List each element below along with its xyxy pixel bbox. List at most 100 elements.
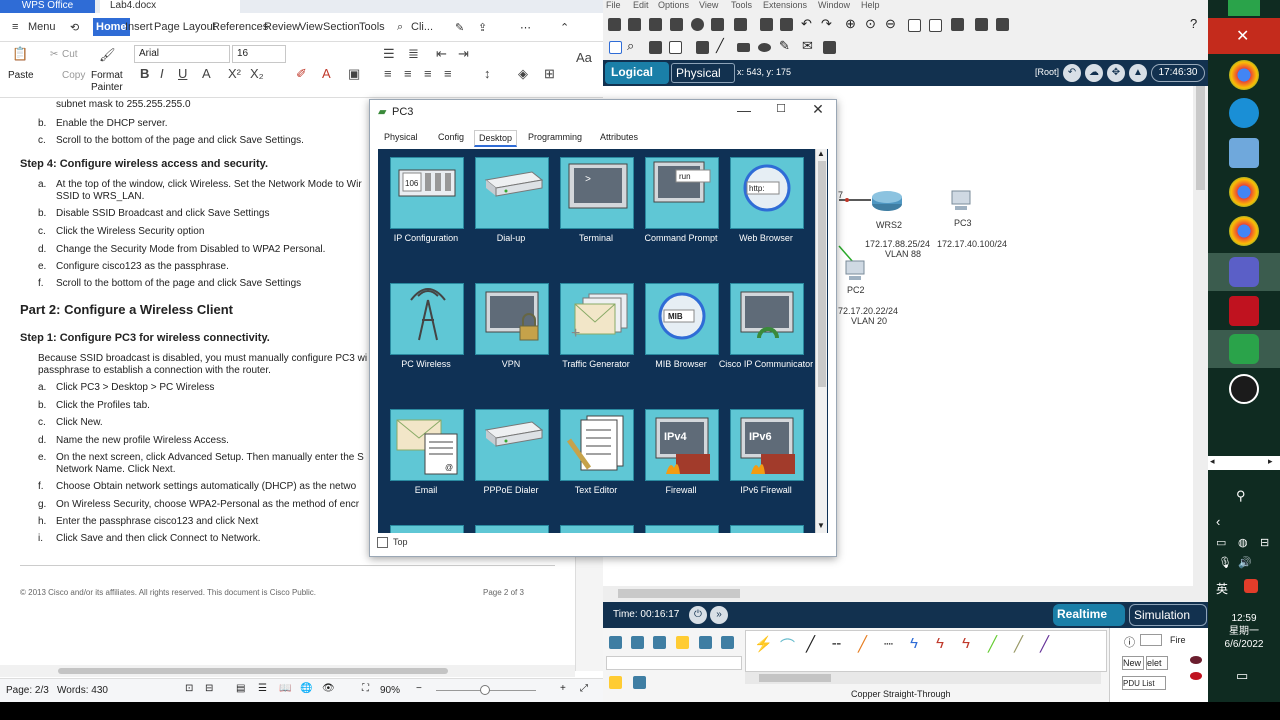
new-file-icon[interactable]	[608, 18, 621, 31]
edge-icon[interactable]	[1229, 98, 1259, 128]
cluster-view-icon[interactable]: ☁	[1085, 64, 1103, 82]
pc-wireless-tile[interactable]	[390, 283, 464, 355]
teams-icon[interactable]	[1229, 257, 1259, 287]
tab-view[interactable]: View	[299, 21, 323, 33]
app-tile-partial[interactable]	[475, 525, 549, 533]
network-devices-icon[interactable]	[609, 636, 622, 649]
align-left-icon[interactable]: ≡	[384, 66, 392, 81]
sync-icon[interactable]: ✎	[455, 21, 464, 34]
paste-button[interactable]: Paste	[8, 70, 34, 81]
menu-view[interactable]: View	[699, 0, 718, 10]
serial-dte-icon[interactable]: ϟ	[962, 635, 970, 652]
power-cycle-icon[interactable]: ⏻	[689, 606, 707, 624]
media-icon[interactable]	[996, 18, 1009, 31]
fast-forward-icon[interactable]: »	[710, 606, 728, 624]
scroll-up-icon[interactable]: ▲	[817, 149, 825, 158]
root-breadcrumb[interactable]: [Root]	[1035, 67, 1059, 77]
dialup-tile[interactable]	[475, 157, 549, 229]
connections-subcategory-icon[interactable]	[609, 676, 622, 689]
info-icon[interactable]	[691, 18, 704, 31]
tab-config[interactable]: Config	[434, 130, 468, 144]
rectangle-tool-icon[interactable]	[737, 43, 750, 52]
system-clock[interactable]: 12:59 星期一 6/6/2022	[1208, 612, 1280, 651]
maximize-icon[interactable]: ☐	[771, 102, 791, 120]
menu-help[interactable]: Help	[861, 0, 880, 10]
packet-tracer-tile[interactable]	[1208, 330, 1280, 368]
cut-icon[interactable]: ✂	[50, 49, 58, 60]
resize-tool-icon[interactable]	[669, 41, 682, 54]
wechat-icon[interactable]	[1228, 0, 1260, 16]
undo-icon[interactable]: ↶	[801, 16, 812, 32]
tab-section[interactable]: Section	[323, 21, 360, 33]
char-shading-icon[interactable]: ▣	[348, 66, 360, 82]
console-cable-icon[interactable]: ⌒	[780, 635, 795, 656]
microphone-icon[interactable]: 🎙	[1218, 556, 1232, 569]
app-tile-partial[interactable]	[560, 525, 634, 533]
menu-window[interactable]: Window	[818, 0, 850, 10]
ip-communicator-tile[interactable]	[730, 283, 804, 355]
document-horizontal-scrollbar[interactable]	[0, 665, 575, 677]
volume-icon[interactable]: 🔊	[1238, 556, 1252, 569]
vscroll-thumb[interactable]	[1196, 86, 1205, 190]
delete-scenario-button[interactable]: elet	[1146, 656, 1168, 670]
menu-file[interactable]: File	[606, 0, 621, 10]
serial-dce-icon[interactable]: ϟ	[936, 635, 944, 652]
pc-icon[interactable]	[843, 260, 867, 282]
ellipse-tool-icon[interactable]	[758, 43, 771, 52]
canvas-vertical-scrollbar[interactable]	[1193, 86, 1208, 586]
italic-icon[interactable]: I	[160, 66, 164, 81]
connections-icon[interactable]	[676, 636, 689, 649]
chrome-icon[interactable]	[1229, 177, 1259, 207]
undo-icon[interactable]: ⟲	[70, 21, 79, 34]
drawing-palette-icon[interactable]	[908, 19, 921, 32]
pdu-list-button[interactable]: PDU List	[1122, 676, 1166, 690]
move-icon[interactable]: ✥	[1107, 64, 1125, 82]
text-editor-tile[interactable]	[560, 409, 634, 481]
scroll-right-icon[interactable]: ▸	[1268, 456, 1273, 467]
styles-icon[interactable]: Aa	[576, 50, 592, 65]
usb-cable-icon[interactable]: ╱	[1040, 635, 1049, 653]
phone-cable-icon[interactable]: ┈	[884, 635, 893, 653]
realtime-mode-button[interactable]: Realtime	[1053, 604, 1125, 626]
email-tile[interactable]: @	[390, 409, 464, 481]
sogou-input-icon[interactable]	[1244, 579, 1258, 593]
paste-icon[interactable]	[780, 18, 793, 31]
copy-button[interactable]: Copy	[62, 70, 85, 81]
paste-icon[interactable]: 📋	[12, 46, 28, 62]
ip-config-tile[interactable]: 106	[390, 157, 464, 229]
tab-references[interactable]: References	[212, 21, 268, 33]
tab-insert[interactable]: Insert	[125, 21, 153, 33]
menu-options[interactable]: Options	[658, 0, 689, 10]
chevron-left-icon[interactable]: ‹	[1216, 514, 1220, 529]
coaxial-cable-icon[interactable]: ϟ	[910, 635, 918, 652]
complex-pdu-icon[interactable]	[823, 41, 836, 54]
scenario-select[interactable]	[1140, 634, 1162, 646]
canvas-horizontal-scrollbar[interactable]	[603, 586, 1208, 601]
simulation-mode-button[interactable]: Simulation	[1129, 604, 1207, 626]
auto-cable-icon[interactable]: ⚡	[754, 635, 773, 653]
scroll-thumb[interactable]	[818, 161, 826, 387]
tab-attributes[interactable]: Attributes	[596, 130, 642, 144]
chrome-icon[interactable]	[1229, 216, 1259, 246]
superscript-icon[interactable]: X²	[228, 66, 241, 81]
sidebar-scrollbar[interactable]: ◂ ▸	[1208, 456, 1280, 470]
print-icon[interactable]	[670, 18, 683, 31]
device-list-icon[interactable]	[975, 18, 988, 31]
app-icon[interactable]	[1229, 138, 1259, 168]
custom-device-icon[interactable]	[929, 19, 942, 32]
back-icon[interactable]: ↶	[1063, 64, 1081, 82]
end-devices-icon[interactable]	[631, 636, 644, 649]
search-input[interactable]: Cli...	[411, 21, 433, 33]
font-family-select[interactable]: Arial	[134, 45, 230, 63]
background-image-icon[interactable]: ▲	[1129, 64, 1147, 82]
minimize-icon[interactable]: —	[734, 102, 754, 120]
network-icon[interactable]: ⊟	[1260, 536, 1269, 549]
bullets-icon[interactable]: ☰	[383, 46, 395, 62]
shading-icon[interactable]: ◈	[518, 66, 528, 82]
hscroll-thumb[interactable]	[58, 668, 448, 674]
help-icon[interactable]: ?	[1190, 16, 1197, 31]
menu-tools[interactable]: Tools	[731, 0, 752, 10]
tab-page-layout[interactable]: Page Layout	[154, 21, 216, 33]
outline-icon[interactable]: ☰	[258, 683, 267, 694]
notification-icon[interactable]: ▭	[1236, 668, 1248, 684]
